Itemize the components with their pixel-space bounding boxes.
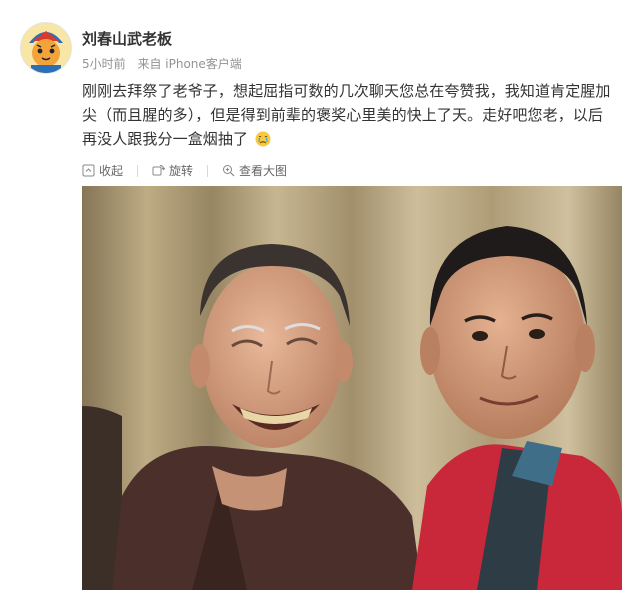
image-toolbar: 收起 旋转 查看大图 xyxy=(82,162,287,179)
collapse-button[interactable]: 收起 xyxy=(82,162,123,179)
collapse-label: 收起 xyxy=(99,164,124,178)
tiger-mascot-icon xyxy=(21,23,71,73)
collapse-icon xyxy=(82,164,95,177)
author-name[interactable]: 刘春山武老板 xyxy=(82,28,172,49)
post-text: 刚刚去拜祭了老爷子，想起屈指可数的几次聊天您总在夸赞我，我知道肯定腥加尖（而且腥… xyxy=(82,79,612,151)
view-large-icon xyxy=(223,165,235,177)
post-photo[interactable] xyxy=(82,186,622,590)
rotate-icon xyxy=(152,165,166,176)
selfie-photo-image xyxy=(82,186,622,590)
post-text-content: 刚刚去拜祭了老爷子，想起屈指可数的几次聊天您总在夸赞我，我知道肯定腥加尖（而且腥… xyxy=(82,82,611,148)
rotate-button[interactable]: 旋转 xyxy=(152,162,193,179)
post-source: 来自 iPhone客户端 xyxy=(137,57,242,71)
crying-emoji-icon xyxy=(255,131,271,147)
toolbar-divider xyxy=(137,164,139,177)
view-large-button[interactable]: 查看大图 xyxy=(222,162,287,179)
toolbar-divider xyxy=(207,164,209,177)
view-large-label: 查看大图 xyxy=(239,164,288,178)
author-avatar[interactable] xyxy=(20,22,72,74)
post-time[interactable]: 5小时前 xyxy=(82,57,126,71)
post-meta: 5小时前 来自 iPhone客户端 xyxy=(82,55,242,72)
rotate-label: 旋转 xyxy=(169,164,194,178)
